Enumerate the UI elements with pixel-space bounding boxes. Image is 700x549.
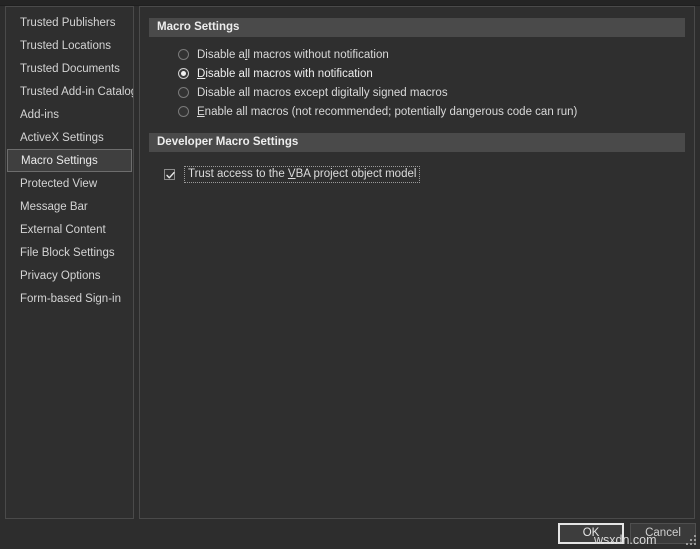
category-list[interactable]: Trusted Publishers Trusted Locations Trust… bbox=[5, 6, 134, 519]
sidebar-item-external-content[interactable]: External Content bbox=[6, 218, 133, 241]
macro-settings-radio-group[interactable]: Disable all macros without notification D… bbox=[140, 45, 694, 121]
sidebar-item-label: File Block Settings bbox=[20, 247, 115, 259]
sidebar-item-label: Add-ins bbox=[20, 109, 59, 121]
sidebar-item-form-based-sign-in[interactable]: Form-based Sign-in bbox=[6, 287, 133, 310]
trust-vba-checkbox-label: Trust access to the VBA project object m… bbox=[184, 166, 420, 183]
sidebar-item-privacy-options[interactable]: Privacy Options bbox=[6, 264, 133, 287]
sidebar-item-label: Trusted Documents bbox=[20, 63, 120, 75]
checkbox-checked-icon[interactable] bbox=[164, 169, 175, 180]
radio-option-1[interactable]: Disable all macros with notification bbox=[140, 64, 694, 83]
accelerator-key: g bbox=[340, 87, 346, 99]
grip-dot bbox=[694, 543, 696, 545]
trust-vba-checkbox-row[interactable]: Trust access to the VBA project object m… bbox=[140, 165, 420, 183]
sidebar-item-label: Protected View bbox=[20, 178, 97, 190]
radio-unselected-icon[interactable] bbox=[178, 49, 189, 60]
sidebar-item-activex-settings[interactable]: ActiveX Settings bbox=[6, 126, 133, 149]
grip-dot bbox=[694, 539, 696, 541]
radio-option-label: Disable all macros except digitally sign… bbox=[197, 87, 448, 99]
grip-dot bbox=[686, 543, 688, 545]
ok-button[interactable]: OK bbox=[558, 523, 624, 544]
sidebar-item-trusted-documents[interactable]: Trusted Documents bbox=[6, 57, 133, 80]
accelerator-key: l bbox=[245, 49, 248, 61]
sidebar-item-label: Trusted Publishers bbox=[20, 17, 115, 29]
sidebar-item-protected-view[interactable]: Protected View bbox=[6, 172, 133, 195]
sidebar-item-message-bar[interactable]: Message Bar bbox=[6, 195, 133, 218]
sidebar-item-label: Trusted Add-in Catalogs bbox=[20, 86, 134, 98]
macro-settings-section-header: Macro Settings bbox=[149, 18, 685, 37]
sidebar-item-label: Privacy Options bbox=[20, 270, 101, 282]
resize-grip[interactable] bbox=[686, 535, 698, 547]
grip-dot bbox=[694, 535, 696, 537]
accelerator-key: D bbox=[197, 68, 205, 80]
sidebar-item-label: Message Bar bbox=[20, 201, 88, 213]
sidebar-item-add-ins[interactable]: Add-ins bbox=[6, 103, 133, 126]
sidebar-item-trusted-add-in-catalogs[interactable]: Trusted Add-in Catalogs bbox=[6, 80, 133, 103]
developer-macro-settings-section-header: Developer Macro Settings bbox=[149, 133, 685, 152]
sidebar-item-trusted-publishers[interactable]: Trusted Publishers bbox=[6, 11, 133, 34]
sidebar-item-label: Macro Settings bbox=[21, 155, 98, 167]
trust-center-dialog: Trusted Publishers Trusted Locations Trust… bbox=[0, 0, 700, 549]
radio-option-label: Enable all macros (not recommended; pote… bbox=[197, 106, 577, 118]
grip-dot bbox=[690, 539, 692, 541]
radio-option-label: Disable all macros with notification bbox=[197, 68, 373, 80]
grip-dot bbox=[690, 543, 692, 545]
settings-pane: Macro Settings Disable all macros withou… bbox=[139, 6, 695, 519]
radio-unselected-icon[interactable] bbox=[178, 87, 189, 98]
radio-option-2[interactable]: Disable all macros except digitally sign… bbox=[140, 83, 694, 102]
sidebar-item-label: Trusted Locations bbox=[20, 40, 111, 52]
accelerator-key: V bbox=[288, 168, 296, 180]
sidebar-item-trusted-locations[interactable]: Trusted Locations bbox=[6, 34, 133, 57]
sidebar-item-label: ActiveX Settings bbox=[20, 132, 104, 144]
sidebar-item-file-block-settings[interactable]: File Block Settings bbox=[6, 241, 133, 264]
radio-selected-icon[interactable] bbox=[178, 68, 189, 79]
accelerator-key: E bbox=[197, 106, 205, 118]
sidebar-item-macro-settings[interactable]: Macro Settings bbox=[7, 149, 132, 172]
radio-option-label: Disable all macros without notification bbox=[197, 49, 389, 61]
radio-unselected-icon[interactable] bbox=[178, 106, 189, 117]
radio-option-0[interactable]: Disable all macros without notification bbox=[140, 45, 694, 64]
sidebar-item-label: External Content bbox=[20, 224, 106, 236]
sidebar-item-label: Form-based Sign-in bbox=[20, 293, 121, 305]
radio-option-3[interactable]: Enable all macros (not recommended; pote… bbox=[140, 102, 694, 121]
